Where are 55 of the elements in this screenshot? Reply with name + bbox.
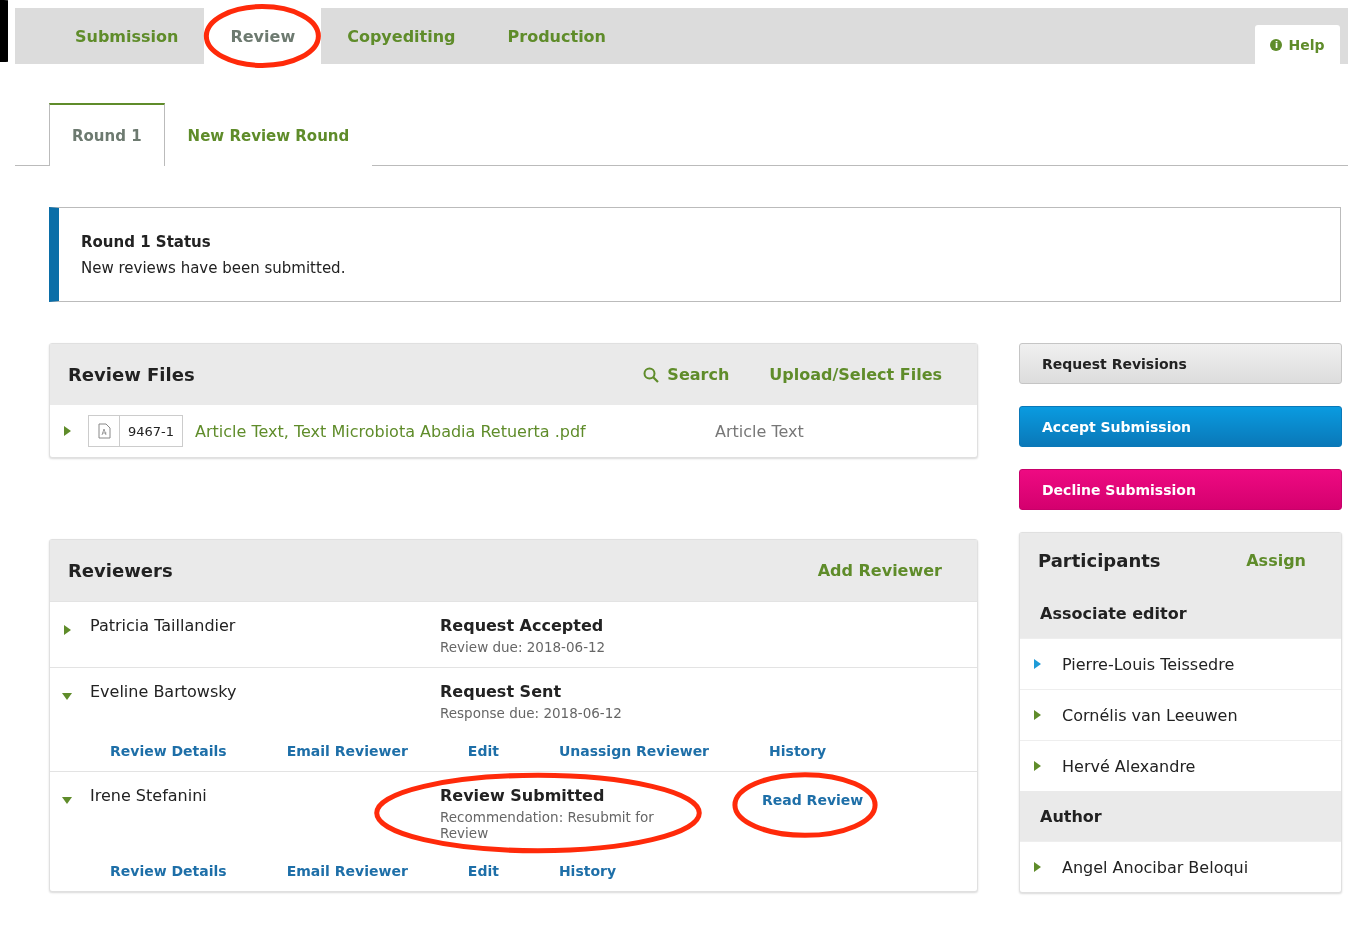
caret-right-icon[interactable] bbox=[62, 426, 72, 436]
info-icon: i bbox=[1270, 38, 1283, 51]
reviewer-action-link[interactable]: Email Reviewer bbox=[286, 863, 408, 879]
participant-name[interactable]: Cornélis van Leeuwen bbox=[1062, 705, 1238, 725]
reviewer-name: Patricia Taillandier bbox=[90, 616, 237, 635]
decision-button[interactable]: Accept Submission bbox=[1019, 406, 1342, 447]
help-button[interactable]: i Help bbox=[1255, 25, 1340, 64]
reviewer-name: Eveline Bartowsky bbox=[90, 682, 238, 701]
reviewer-action-link[interactable]: Review Details bbox=[110, 863, 227, 879]
reviewer-action-link[interactable]: Edit bbox=[467, 863, 499, 879]
add-reviewer-link[interactable]: Add Reviewer bbox=[817, 561, 942, 580]
stage-tab[interactable]: Submission bbox=[49, 8, 205, 64]
search-link[interactable]: Search bbox=[643, 365, 730, 384]
round-tab[interactable]: Round 1 bbox=[49, 103, 165, 166]
role-heading: Author bbox=[1020, 791, 1341, 841]
read-review-link[interactable]: Read Review bbox=[762, 792, 864, 808]
status-detail: Recommendation: Resubmit for Review bbox=[440, 809, 655, 841]
caret-right-icon[interactable] bbox=[1032, 761, 1042, 771]
reviewer-action-link[interactable]: History bbox=[558, 863, 617, 879]
decision-button[interactable]: Request Revisions bbox=[1019, 343, 1342, 384]
status-message: New reviews have been submitted. bbox=[81, 259, 347, 277]
review-status: Request Accepted bbox=[440, 616, 605, 635]
caret-right-icon[interactable] bbox=[1032, 710, 1042, 720]
participant-name[interactable]: Angel Anocibar Beloqui bbox=[1062, 857, 1249, 877]
assign-link[interactable]: Assign bbox=[1246, 551, 1306, 570]
reviewer-action-link[interactable]: Unassign Reviewer bbox=[558, 743, 710, 759]
stage-tab[interactable]: Copyediting bbox=[321, 8, 482, 64]
status-detail: Response due: 2018-06-12 bbox=[440, 705, 623, 721]
caret-right-icon[interactable] bbox=[1032, 659, 1042, 669]
panel-title: Review Files bbox=[68, 364, 196, 385]
search-icon bbox=[643, 366, 660, 383]
caret-down-icon[interactable] bbox=[62, 691, 72, 701]
caret-right-icon[interactable] bbox=[1032, 862, 1042, 872]
caret-right-icon[interactable] bbox=[62, 625, 72, 635]
panel-title: Participants bbox=[1038, 550, 1161, 571]
stage-tab[interactable]: Production bbox=[481, 8, 632, 64]
review-status: Request Sent bbox=[440, 682, 563, 701]
reviewer-action-link[interactable]: History bbox=[769, 743, 827, 759]
reviewer-action-link[interactable]: Edit bbox=[467, 743, 499, 759]
caret-down-icon[interactable] bbox=[62, 795, 72, 805]
role-heading: Associate editor bbox=[1020, 588, 1341, 638]
decision-button[interactable]: Decline Submission bbox=[1019, 469, 1342, 510]
participant-name[interactable]: Hervé Alexandre bbox=[1062, 756, 1196, 776]
panel-title: Reviewers bbox=[68, 560, 174, 581]
participant-name[interactable]: Pierre-Louis Teissedre bbox=[1062, 654, 1235, 674]
file-id: 9467-1 bbox=[119, 416, 183, 446]
file-link[interactable]: Article Text, Text Microbiota Abadia Retuerta .pdf bbox=[195, 421, 716, 441]
file-type: Article Text bbox=[715, 421, 804, 441]
review-status: Review Submitted bbox=[440, 786, 606, 805]
upload-link[interactable]: Upload/Select Files bbox=[769, 365, 942, 384]
status-title: Round 1 Status bbox=[81, 233, 212, 251]
reviewer-action-link[interactable]: Email Reviewer bbox=[286, 743, 408, 759]
reviewer-name: Irene Stefanini bbox=[90, 786, 208, 805]
status-detail: Review due: 2018-06-12 bbox=[440, 639, 607, 655]
reviewer-action-link[interactable]: Review Details bbox=[110, 743, 227, 759]
